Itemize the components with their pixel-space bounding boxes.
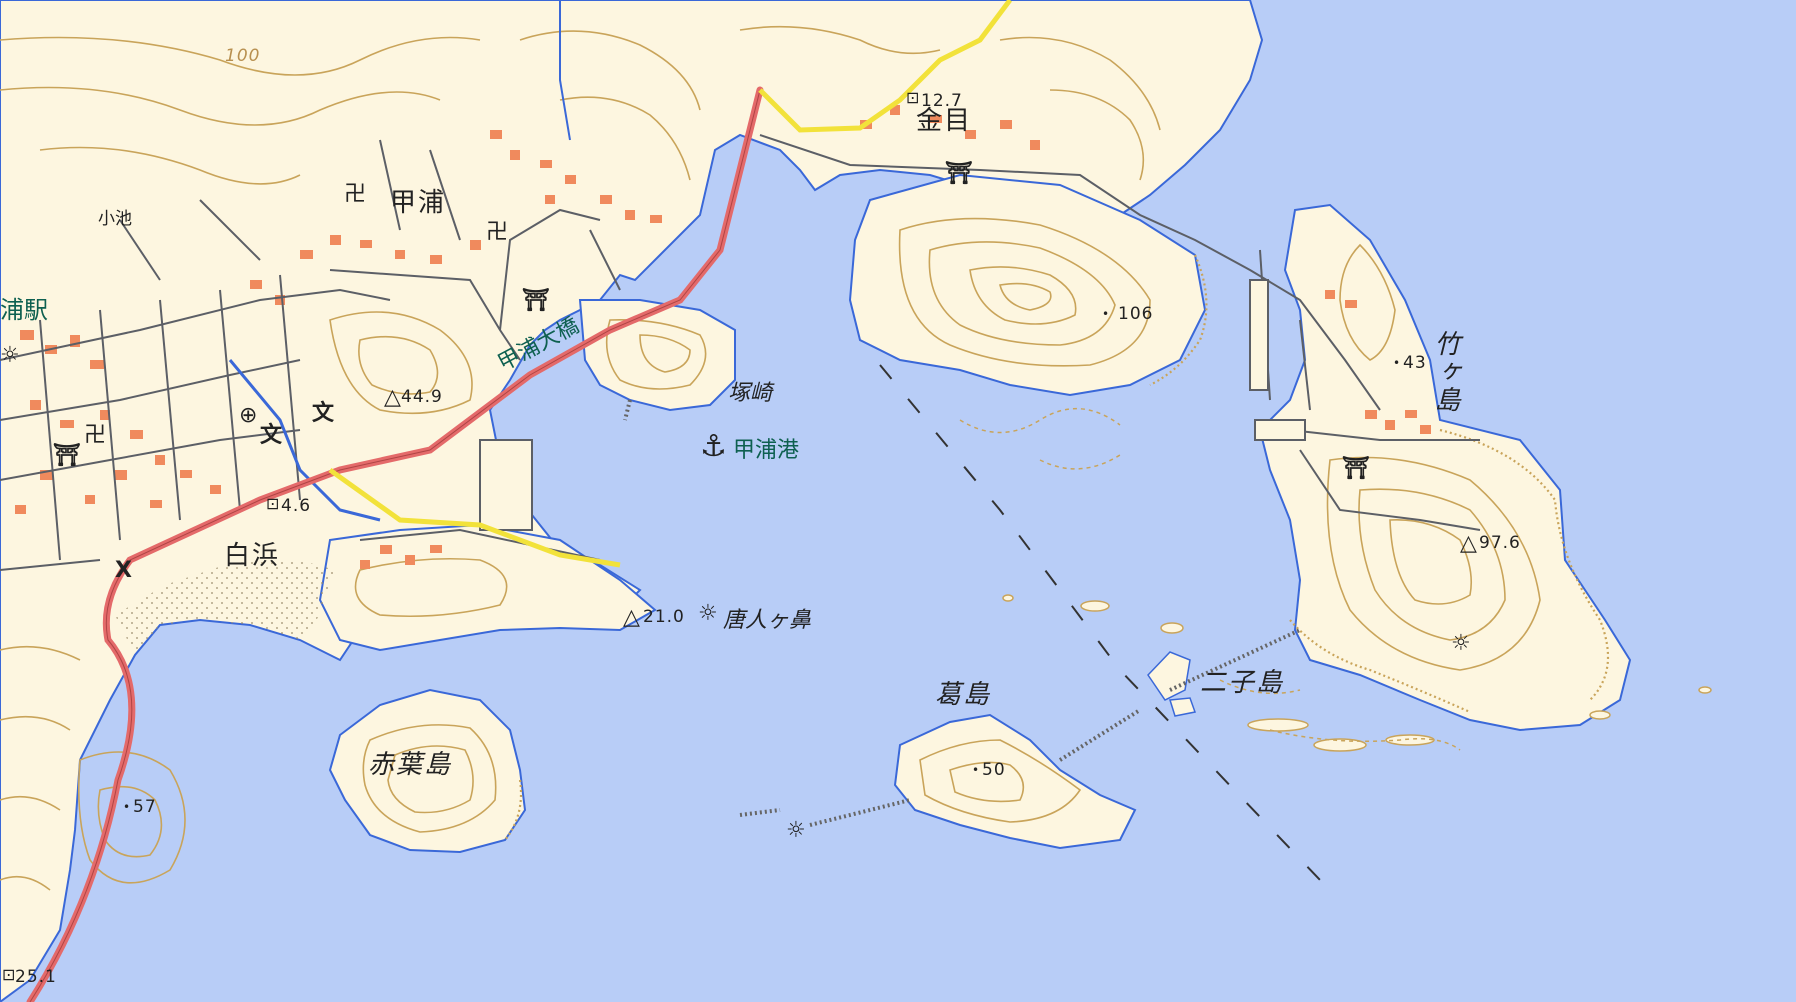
- police-box-icon: X: [115, 558, 132, 583]
- shrine-icon: ⛩: [522, 288, 550, 313]
- elevation-57: 57: [133, 797, 157, 817]
- elevation-97-6: 97.6: [1479, 533, 1521, 553]
- elevation-4-6: 4.6: [281, 496, 312, 516]
- temple-icon: 卍: [84, 423, 107, 448]
- station-label: 浦駅: [0, 296, 48, 324]
- elevation-44-9: 44.9: [401, 387, 443, 407]
- anchor-icon: ⚓: [700, 429, 727, 464]
- station-icon: ☼: [0, 343, 20, 368]
- elevation-25-1: 25.1: [15, 967, 57, 987]
- topographic-map[interactable]: 甲浦 白浜 金目 小池 浦駅 甲浦大橋 塚崎 甲浦港 唐人ヶ鼻 赤葉島 葛島 二…: [0, 0, 1796, 1002]
- lighthouse-icon: ☼: [786, 818, 806, 843]
- elevation-106: 106: [1118, 304, 1154, 324]
- spot-height-dot: •: [1393, 356, 1401, 370]
- takegashima-island: [1258, 203, 1632, 732]
- koura-port-label: 甲浦港: [733, 438, 800, 463]
- triangulation-point-icon: △: [623, 605, 640, 630]
- spot-height-dot: •: [1102, 307, 1110, 321]
- futagojima-rocks: [1147, 651, 1191, 701]
- benchmark-icon: ⊡: [266, 494, 280, 513]
- temple-icon: 卍: [486, 220, 509, 245]
- school-icon: 文: [260, 423, 283, 448]
- koura-label: 甲浦: [390, 188, 447, 218]
- benchmark-icon: ⊡: [906, 88, 920, 107]
- lighthouse-icon: ☼: [698, 601, 718, 626]
- kazurajima-label: 葛島: [935, 680, 992, 710]
- kanome-label: 金目: [916, 106, 973, 136]
- triangulation-point-icon: △: [384, 385, 401, 410]
- elevation-21-0: 21.0: [643, 607, 685, 627]
- triangulation-point-icon: △: [1460, 531, 1477, 556]
- elevation-43: 43: [1403, 353, 1427, 373]
- contour-value-100: 100: [225, 46, 261, 66]
- mainland: [0, 0, 1264, 1002]
- karatogahana-label: 唐人ヶ鼻: [723, 608, 812, 633]
- shrine-icon: ⛩: [945, 161, 973, 186]
- akabajima-label: 赤葉島: [368, 750, 453, 780]
- tsukazaki-label: 塚崎: [728, 381, 773, 406]
- futagojima-label: 二子島: [1200, 668, 1285, 698]
- benchmark-icon: ⊡: [2, 965, 16, 984]
- spot-height-dot: •: [972, 763, 980, 777]
- post-office-icon: ⊕: [239, 403, 258, 428]
- shrine-icon: ⛩: [53, 443, 81, 468]
- school-icon: 文: [312, 401, 335, 426]
- tsukazaki-peninsula: [578, 299, 736, 412]
- shrine-icon: ⛩: [1342, 456, 1370, 481]
- elevation-12-7: 12.7: [921, 91, 963, 111]
- shirahama-label: 白浜: [224, 541, 281, 571]
- koike-label: 小池: [98, 209, 132, 229]
- elevation-50: 50: [982, 760, 1006, 780]
- karatogahana-peninsula: [318, 523, 657, 652]
- spot-height-dot: •: [123, 800, 131, 814]
- lighthouse-icon: ☼: [1451, 631, 1471, 656]
- takegashima-label: 竹ヶ島: [1430, 330, 1460, 414]
- temple-icon: 卍: [344, 182, 367, 207]
